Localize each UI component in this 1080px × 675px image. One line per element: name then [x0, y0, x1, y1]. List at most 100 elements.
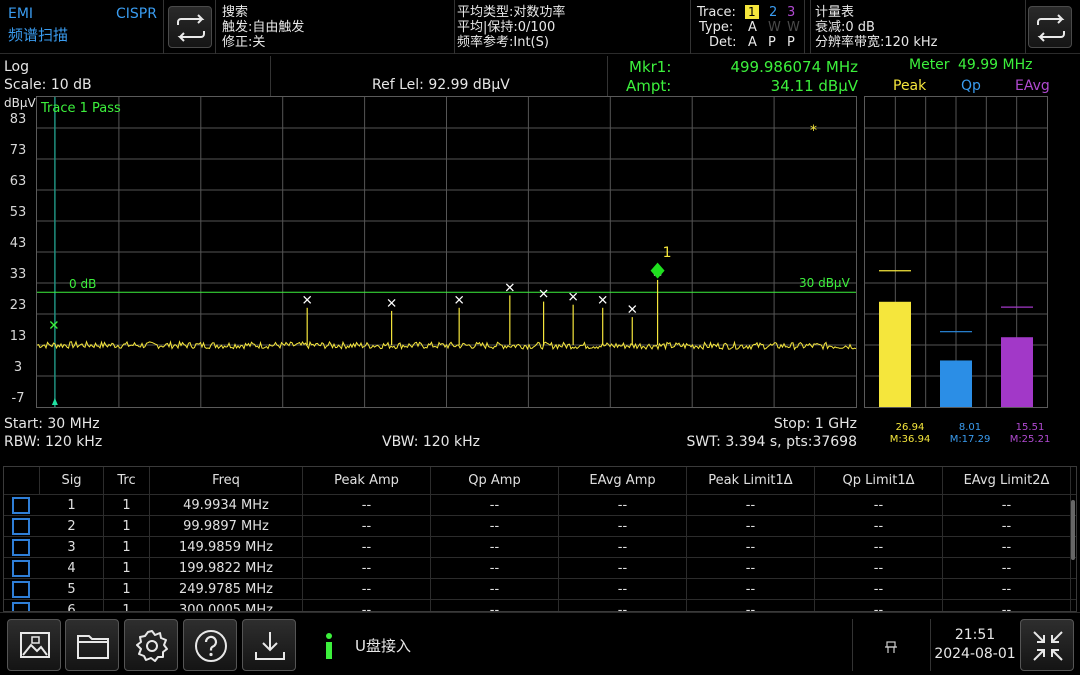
mode-panel[interactable]: EMI CISPR 频谱扫描: [0, 0, 164, 54]
table-row[interactable]: 4 1 199.9822 MHz -- -- -- -- -- --: [4, 558, 1076, 579]
divider: [930, 619, 931, 671]
table-cell: --: [559, 537, 687, 558]
table-cell: --: [943, 516, 1071, 537]
row-checkbox[interactable]: [12, 539, 30, 556]
table-row[interactable]: 6 1 300.0005 MHz -- -- -- -- -- --: [4, 600, 1076, 611]
meter-panel[interactable]: 计量表 衰减:0 dB 分辨率带宽:120 kHz: [810, 0, 1026, 54]
info-icon: [323, 633, 335, 659]
table-cell: --: [943, 537, 1071, 558]
save-button[interactable]: [242, 619, 296, 671]
type-label: Type:: [699, 20, 734, 35]
table-cell: --: [431, 495, 559, 516]
usb-icon: [884, 639, 898, 658]
meter-qp-value: 8.01: [958, 422, 982, 433]
header-cell[interactable]: Peak Limit1Δ: [687, 467, 815, 494]
table-row[interactable]: 3 1 149.9859 MHz -- -- -- -- -- --: [4, 537, 1076, 558]
trace-status: Trace 1 Pass: [41, 101, 121, 116]
search-panel[interactable]: 搜索 触发:自由触发 修正:关: [215, 0, 455, 54]
table-cell: 4: [40, 558, 104, 579]
meter-peak-value: 26.94: [895, 422, 925, 433]
table-cell: --: [559, 495, 687, 516]
table-scrollbar[interactable]: [1071, 500, 1075, 560]
header-cell[interactable]: EAvg Amp: [559, 467, 687, 494]
table-cell: 1: [104, 537, 150, 558]
spectrum-graticule[interactable]: * Trace 1 Pass 0 dB 30 dBµV 1: [36, 96, 857, 408]
signal-mark: [598, 295, 607, 304]
stop-frequency[interactable]: Stop: 1 GHz: [660, 416, 857, 432]
table-cell: 6: [40, 600, 104, 611]
meter-col-qp: Qp: [961, 78, 981, 94]
loop-icon: [1037, 14, 1065, 42]
limit-right-label: 30 dBµV: [799, 276, 850, 291]
header-cell[interactable]: Qp Limit1Δ: [815, 467, 943, 494]
trace-1-num: 1: [748, 5, 756, 19]
scale-label: Scale: 10 dB: [4, 77, 92, 93]
table-cell: --: [559, 516, 687, 537]
det-3: P: [787, 35, 795, 50]
trace-2-num: 2: [769, 5, 778, 20]
marker-frequency[interactable]: 499.986074 MHz: [660, 58, 858, 76]
clock-time: 21:51: [954, 627, 996, 643]
table-row[interactable]: 2 1 99.9897 MHz -- -- -- -- -- --: [4, 516, 1076, 537]
meter-toggle-button[interactable]: [1028, 6, 1072, 48]
file-manager-button[interactable]: [65, 619, 119, 671]
table-cell: 5: [40, 579, 104, 600]
row-checkbox[interactable]: [12, 497, 30, 514]
screenshot-button[interactable]: [7, 619, 61, 671]
header-cell[interactable]: EAvg Limit2Δ: [943, 467, 1071, 494]
vbw-label[interactable]: VBW: 120 kHz: [382, 434, 480, 450]
table-cell: 300.0005 MHz: [150, 600, 303, 611]
settings-button[interactable]: [124, 619, 178, 671]
avg-hold-label: 平均|保持:0/100: [457, 20, 556, 35]
table-header: Sig Trc Freq Peak Amp Qp Amp EAvg Amp Pe…: [4, 467, 1076, 495]
table-cell: --: [943, 579, 1071, 600]
y-tick-label: 23: [9, 298, 27, 313]
start-frequency[interactable]: Start: 30 MHz: [4, 416, 100, 432]
ref-level-label[interactable]: Ref Lel: 92.99 dBµV: [372, 77, 510, 93]
y-tick-label: 53: [9, 205, 27, 220]
table-cell: --: [687, 516, 815, 537]
row-checkbox[interactable]: [12, 560, 30, 577]
table-cell: 1: [104, 579, 150, 600]
header-cell[interactable]: Peak Amp: [303, 467, 431, 494]
header-cell[interactable]: Sig: [40, 467, 104, 494]
divider: [852, 619, 853, 671]
y-tick-label: 43: [9, 236, 27, 251]
table-cell: 249.9785 MHz: [150, 579, 303, 600]
trace-panel[interactable]: Trace: 1 2 3 Type: A W W Det: A P P: [691, 0, 805, 54]
meter-peak-max: M:36.94: [889, 434, 931, 445]
signal-mark: [49, 321, 58, 329]
table-cell: --: [559, 579, 687, 600]
loop-icon: [177, 14, 205, 42]
sweep-toggle-button[interactable]: [168, 6, 212, 48]
table-cell: --: [303, 558, 431, 579]
meter-bar-eavg: [1001, 337, 1033, 407]
rbw-header-label: 分辨率带宽:120 kHz: [815, 35, 938, 50]
table-row[interactable]: 1 1 49.9934 MHz -- -- -- -- -- --: [4, 495, 1076, 516]
meter-label: Meter: [909, 57, 950, 73]
table-cell: 3: [40, 537, 104, 558]
clock-date: 2024-08-01: [934, 646, 1016, 662]
folder-icon: [77, 635, 109, 659]
row-checkbox[interactable]: [12, 518, 30, 535]
table-cell: --: [815, 537, 943, 558]
meter-col-eavg: EAvg: [1015, 78, 1050, 94]
signal-mark: [505, 283, 514, 292]
row-checkbox[interactable]: [12, 581, 30, 598]
table-cell: --: [687, 579, 815, 600]
table-row[interactable]: 5 1 249.9785 MHz -- -- -- -- -- --: [4, 579, 1076, 600]
fullscreen-button[interactable]: [1020, 619, 1074, 671]
scale-type: Log: [4, 59, 30, 75]
y-tick-label: -7: [11, 391, 25, 406]
rbw-label[interactable]: RBW: 120 kHz: [4, 434, 102, 450]
row-checkbox[interactable]: [12, 602, 30, 611]
help-button[interactable]: [183, 619, 237, 671]
header-cell[interactable]: Freq: [150, 467, 303, 494]
table-cell: --: [815, 558, 943, 579]
header-cell[interactable]: Qp Amp: [431, 467, 559, 494]
header-cell[interactable]: Trc: [104, 467, 150, 494]
correction-label: 修正:关: [222, 35, 266, 50]
meter-bar-peak: [879, 301, 911, 407]
table-cell: --: [687, 495, 815, 516]
average-panel[interactable]: 平均类型:对数功率 平均|保持:0/100 频率参考:Int(S): [455, 0, 691, 54]
